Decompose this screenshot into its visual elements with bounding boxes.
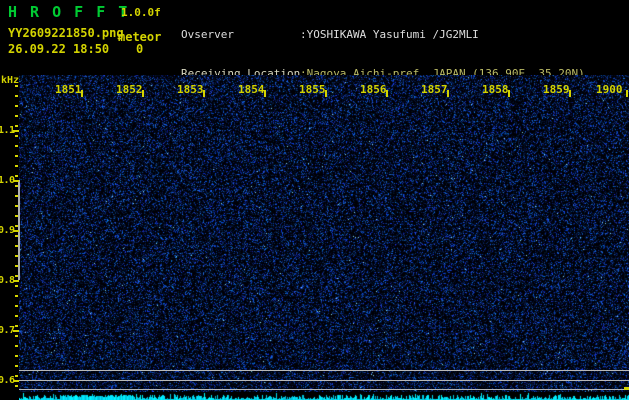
freq-minor-tick (15, 265, 18, 267)
time-tick-label: 1854 (238, 83, 265, 96)
freq-tick-label: 0.6 (0, 375, 15, 386)
timestamp-label: 26.09.22 18:50 (8, 42, 110, 56)
freq-minor-tick (15, 245, 18, 247)
time-minute-tick (325, 90, 327, 97)
freq-tick-label: 1.1 (0, 125, 15, 136)
freq-minor-tick (15, 305, 18, 307)
time-minute-tick (569, 90, 571, 97)
app-title: H R O F F T (8, 3, 130, 21)
time-minute-tick (626, 90, 628, 97)
freq-tick-label: 0.7 (0, 325, 15, 336)
freq-minor-tick (15, 165, 18, 167)
freq-minor-tick (15, 315, 18, 317)
freq-major-tick (13, 280, 19, 282)
freq-minor-tick (15, 365, 18, 367)
freq-minor-tick (15, 125, 18, 127)
info-value: :YOSHIKAWA Yasufumi /JG2MLI (300, 28, 479, 41)
time-tick-label: 1900 (596, 83, 623, 96)
time-tick-label: 1851 (55, 83, 82, 96)
time-tick-label: 1855 (299, 83, 326, 96)
freq-minor-tick (15, 255, 18, 257)
time-minute-tick (386, 90, 388, 97)
spectrogram-canvas (19, 75, 629, 392)
freq-minor-tick (15, 285, 18, 287)
time-minute-tick (142, 90, 144, 97)
time-tick-label: 1858 (482, 83, 509, 96)
freq-tick-label: 0.8 (0, 275, 15, 286)
freq-minor-tick (15, 295, 18, 297)
freq-minor-tick (15, 185, 18, 187)
output-filename: YY2609221850.png (8, 26, 124, 40)
time-tick-label: 1856 (360, 83, 387, 96)
freq-major-tick (13, 380, 19, 382)
freq-minor-tick (15, 195, 18, 197)
freq-major-tick (13, 180, 19, 182)
carrier-line (19, 389, 629, 390)
time-minute-tick (81, 90, 83, 97)
freq-minor-tick (15, 205, 18, 207)
carrier-line (19, 370, 629, 371)
freq-tick-label: 1.0 (0, 175, 15, 186)
freq-minor-tick (15, 225, 18, 227)
freq-minor-tick (15, 85, 18, 87)
freq-minor-tick (15, 215, 18, 217)
carrier-line (19, 380, 629, 381)
freq-major-tick (13, 130, 19, 132)
freq-minor-tick (15, 355, 18, 357)
freq-minor-tick (15, 375, 18, 377)
signal-level-strip-canvas (19, 392, 629, 400)
freq-major-tick (13, 330, 19, 332)
freq-minor-tick (15, 175, 18, 177)
time-minute-tick (508, 90, 510, 97)
info-row: Ovserver :YOSHIKAWA Yasufumi /JG2MLI (181, 28, 611, 41)
time-tick-label: 1859 (543, 83, 570, 96)
freq-major-tick (13, 230, 19, 232)
time-tick-label: 1857 (421, 83, 448, 96)
freq-tick-label: 0.9 (0, 225, 15, 236)
hrofft-window: H R O F F T 1.0.0f YY2609221850.png mete… (0, 0, 629, 400)
time-tick-label: 1852 (116, 83, 143, 96)
freq-minor-tick (15, 135, 18, 137)
time-minute-tick (264, 90, 266, 97)
freq-minor-tick (15, 155, 18, 157)
freq-minor-tick (15, 105, 18, 107)
time-minute-tick (203, 90, 205, 97)
freq-minor-tick (15, 385, 18, 387)
app-version: 1.0.0f (121, 6, 161, 19)
meteor-count: 0 (136, 42, 144, 56)
freq-minor-tick (15, 335, 18, 337)
right-edge-tick (624, 387, 629, 390)
time-tick-label: 1853 (177, 83, 204, 96)
freq-minor-tick (15, 325, 18, 327)
freq-minor-tick (15, 95, 18, 97)
freq-minor-tick (15, 145, 18, 147)
info-label: Ovserver (181, 28, 307, 41)
freq-minor-tick (15, 345, 18, 347)
time-minute-tick (447, 90, 449, 97)
freq-minor-tick (15, 115, 18, 117)
freq-minor-tick (15, 235, 18, 237)
freq-minor-tick (15, 275, 18, 277)
